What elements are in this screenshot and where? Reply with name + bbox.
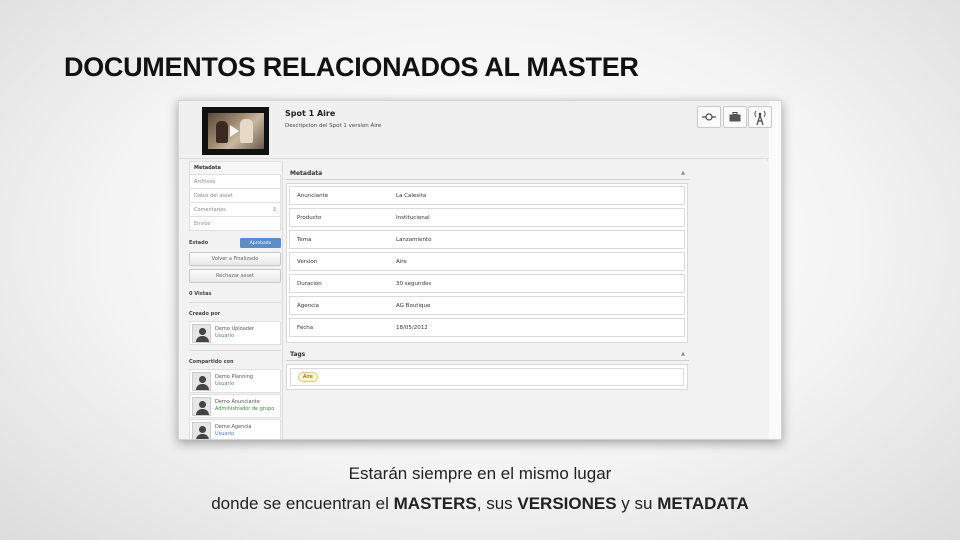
play-icon	[230, 125, 239, 137]
caption-text: y su	[616, 494, 658, 513]
shared-user-card: Demo Planning Usuario	[189, 369, 281, 393]
sidebar-item-label: Datos del asset	[194, 192, 233, 199]
broadcast-button[interactable]	[748, 106, 772, 128]
metadata-key: Version	[297, 258, 318, 265]
shared-with-heading: Compartido con	[189, 359, 234, 365]
video-thumbnail[interactable]	[202, 107, 269, 155]
caption-line-2: donde se encuentran el MASTERS, sus VERS…	[0, 494, 960, 514]
sidebar-item-comentarios[interactable]: Comentarios 3	[189, 203, 281, 217]
sidebar-item-label: Envíos	[194, 220, 211, 227]
asset-header: Spot 1 Aire Descripcion del Spot 1 versi…	[179, 101, 772, 159]
metadata-row: Tema Lanzamiento	[289, 230, 685, 249]
app-screenshot: Spot 1 Aire Descripcion del Spot 1 versi…	[178, 100, 782, 440]
thumbnail-figure	[240, 119, 253, 143]
asset-description: Descripcion del Spot 1 version Aire	[285, 123, 382, 129]
sidebar-item-datos-asset[interactable]: Datos del asset	[189, 189, 281, 203]
avatar	[192, 371, 211, 391]
user-name: Demo Agencia	[215, 424, 252, 430]
reject-asset-button[interactable]: Rechazar asset	[189, 269, 281, 283]
tags-panel-header[interactable]: Tags ▲	[286, 348, 689, 361]
metadata-key: Agencia	[297, 302, 320, 309]
metadata-heading: Metadata	[290, 169, 323, 177]
sidebar: Metadata Archivos Datos del asset Coment…	[189, 161, 281, 439]
metadata-value: Institucional	[396, 214, 430, 221]
tag-chip[interactable]: Aire	[298, 372, 318, 382]
sidebar-item-label: Archivos	[194, 178, 216, 185]
metadata-table: Anunciante La Calesita Producto Instituc…	[286, 183, 688, 343]
metadata-key: Producto	[297, 214, 322, 221]
created-by-heading: Creado por	[189, 311, 221, 317]
collapse-chevron-icon[interactable]: ▲	[681, 170, 685, 176]
thumbnail-figure	[216, 121, 228, 143]
metadata-key: Anunciante	[297, 192, 329, 199]
user-name: Demo Uploader	[215, 326, 255, 332]
metadata-key: Fecha	[297, 324, 314, 331]
user-name: Demo Planning	[215, 374, 253, 380]
caption-line-1: Estarán siempre en el mismo lugar	[348, 464, 612, 483]
metadata-value: Aire	[396, 258, 407, 265]
broadcast-icon	[754, 110, 766, 125]
metadata-value: La Calesita	[396, 192, 427, 199]
creator-card: Demo Uploader Usuario	[189, 321, 281, 345]
divider	[189, 302, 281, 303]
metadata-panel-header[interactable]: Metadata ▲	[286, 167, 689, 180]
avatar	[192, 396, 211, 416]
sidebar-item-label: Metadata	[194, 165, 221, 171]
main-content: Metadata ▲ Anunciante La Calesita Produc…	[282, 161, 769, 439]
sidebar-item-label: Comentarios	[194, 206, 226, 213]
status-badge: Aprobado	[240, 238, 281, 248]
avatar	[192, 323, 211, 343]
metadata-row: Producto Institucional	[289, 208, 685, 227]
briefcase-icon	[729, 112, 741, 122]
comment-count-badge: 3	[272, 206, 276, 213]
user-role-link[interactable]: Usuario	[215, 431, 252, 438]
metadata-value: AG Boutique	[396, 302, 431, 309]
status-label: Estado	[189, 240, 209, 246]
status-row: Estado Aprobado	[189, 237, 281, 249]
toggle-icon	[702, 113, 716, 121]
scrollbar-track[interactable]	[767, 101, 781, 439]
slide-title: DOCUMENTOS RELACIONADOS AL MASTER	[64, 52, 639, 82]
asset-title: Spot 1 Aire	[285, 109, 336, 118]
metadata-row: Agencia AG Boutique	[289, 296, 685, 315]
avatar	[192, 421, 211, 439]
caption-emphasis: VERSIONES	[517, 494, 617, 513]
user-name: Demo Anunciante	[215, 399, 260, 405]
tags-heading: Tags	[290, 350, 306, 358]
user-role-link[interactable]: Usuario	[215, 381, 253, 388]
metadata-key: Tema	[297, 236, 312, 243]
sidebar-item-archivos[interactable]: Archivos	[189, 175, 281, 189]
metadata-value: 18/05/2012	[396, 324, 428, 331]
metadata-row: Version Aire	[289, 252, 685, 271]
metadata-row: Duración 30 segundos	[289, 274, 685, 293]
shared-user-card: Demo Anunciante Administrador de grupo	[189, 394, 281, 418]
caption-text: donde se encuentran el	[211, 494, 394, 513]
sidebar-item-metadata[interactable]: Metadata	[189, 161, 281, 175]
sidebar-item-envios[interactable]: Envíos	[189, 217, 281, 231]
caption-text: , sus	[476, 494, 518, 513]
divider	[189, 350, 281, 351]
metadata-value: 30 segundos	[396, 280, 432, 287]
metadata-key: Duración	[297, 280, 322, 287]
user-role-link[interactable]: Usuario	[215, 333, 254, 340]
caption-emphasis: MASTERS	[393, 494, 477, 513]
tags-panel: Aire	[286, 364, 688, 390]
caption-emphasis: METADATA	[657, 494, 749, 513]
briefcase-button[interactable]	[723, 106, 747, 128]
metadata-row: Anunciante La Calesita	[289, 186, 685, 205]
views-count: 0 Vistas	[189, 291, 212, 297]
return-to-finalized-button[interactable]: Volver a Finalizado	[189, 252, 281, 266]
user-role-link[interactable]: Administrador de grupo	[215, 406, 274, 413]
metadata-row: Fecha 18/05/2012	[289, 318, 685, 337]
collapse-chevron-icon[interactable]: ▲	[681, 351, 685, 357]
metadata-value: Lanzamiento	[396, 236, 432, 243]
toggle-button[interactable]	[697, 106, 721, 128]
shared-user-card: Demo Agencia Usuario	[189, 419, 281, 439]
